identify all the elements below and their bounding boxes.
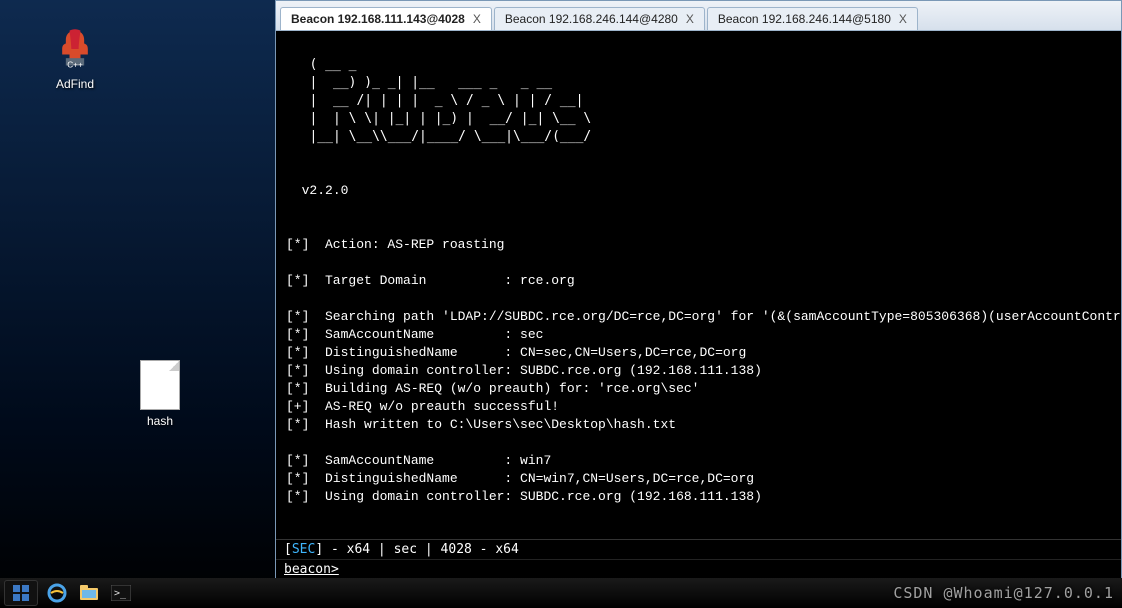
windows-icon [12, 584, 30, 602]
status-bar: [SEC] - x64 | sec | 4028 - x64 [276, 539, 1121, 559]
beacon-input[interactable] [347, 562, 947, 577]
status-prefix: [ [284, 542, 292, 557]
tab-beacon-1[interactable]: Beacon 192.168.246.144@4280 X [494, 7, 705, 30]
prompt-text: beacon> [284, 562, 339, 577]
status-rest: ] - x64 | sec | 4028 - x64 [315, 542, 519, 557]
desktop-icon-hash[interactable]: hash [120, 360, 200, 428]
ie-icon[interactable] [44, 580, 70, 606]
output-line: [*] Searching path 'LDAP://SUBDC.rce.org… [286, 309, 1121, 324]
output-line: [*] Building AS-REQ (w/o preauth) for: '… [286, 381, 699, 396]
output-line: [*] DistinguishedName : CN=win7,CN=Users… [286, 471, 754, 486]
command-line[interactable]: beacon> [276, 559, 1121, 579]
desktop-icon-adfind[interactable]: C++ AdFind [35, 25, 115, 91]
output-line: [*] Using domain controller: SUBDC.rce.o… [286, 363, 762, 378]
tab-bar: Beacon 192.168.111.143@4028 X Beacon 192… [276, 1, 1121, 31]
svg-text:>_: >_ [114, 588, 127, 599]
output-line: [+] AS-REQ w/o preauth successful! [286, 399, 559, 414]
tab-beacon-2[interactable]: Beacon 192.168.246.144@5180 X [707, 7, 918, 30]
output-line: [*] Using domain controller: SUBDC.rce.o… [286, 489, 762, 504]
close-icon[interactable]: X [473, 12, 481, 26]
start-button[interactable] [4, 580, 38, 606]
output-line: [*] Target Domain : rce.org [286, 273, 575, 288]
output-line: [*] Action: AS-REP roasting [286, 237, 504, 252]
cmd-icon[interactable]: >_ [108, 580, 134, 606]
explorer-icon[interactable] [76, 580, 102, 606]
taskbar: >_ [0, 578, 1122, 608]
close-icon[interactable]: X [686, 12, 694, 26]
tab-label: Beacon 192.168.246.144@5180 [718, 12, 891, 26]
beacon-window: Beacon 192.168.111.143@4028 X Beacon 192… [275, 0, 1122, 580]
version-text: v2.2.0 [302, 183, 349, 198]
tab-label: Beacon 192.168.246.144@4280 [505, 12, 678, 26]
desktop-icon-label: AdFind [35, 77, 115, 91]
tab-label: Beacon 192.168.111.143@4028 [291, 12, 465, 26]
status-sec: SEC [292, 542, 315, 557]
close-icon[interactable]: X [899, 12, 907, 26]
output-line: [*] Hash written to C:\Users\sec\Desktop… [286, 417, 676, 432]
spartan-helmet-icon: C++ [51, 25, 99, 73]
svg-text:C++: C++ [67, 60, 83, 69]
ascii-banner: ( __ _ | __) )_ _| |__ ___ _ _ __ | __ /… [286, 57, 599, 144]
output-line: [*] SamAccountName : sec [286, 327, 543, 342]
tab-beacon-0[interactable]: Beacon 192.168.111.143@4028 X [280, 7, 492, 30]
text-file-icon [140, 360, 180, 410]
output-line: [*] DistinguishedName : CN=sec,CN=Users,… [286, 345, 746, 360]
terminal-output: ( __ _ | __) )_ _| |__ ___ _ _ __ | __ /… [276, 31, 1121, 539]
desktop-icon-label: hash [120, 414, 200, 428]
output-line: [*] SamAccountName : win7 [286, 453, 551, 468]
